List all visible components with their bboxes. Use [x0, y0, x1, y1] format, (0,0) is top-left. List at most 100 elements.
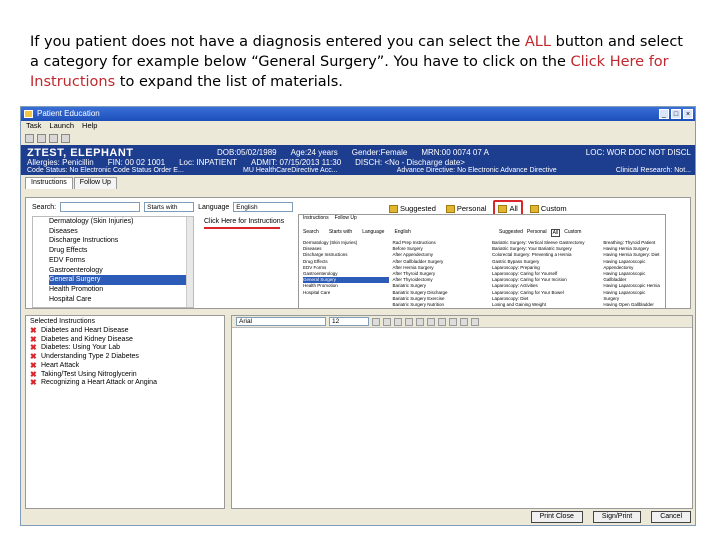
cancel-button[interactable]: Cancel: [651, 511, 691, 523]
instruction-item[interactable]: ✖ Diabetes and Kidney Disease: [30, 335, 220, 345]
underline-icon[interactable]: [427, 317, 435, 326]
inset-buttons: Suggested Personal All Custom: [499, 229, 581, 237]
color-icon[interactable]: [471, 317, 479, 326]
search-label: Search:: [32, 203, 57, 211]
cut-icon[interactable]: [372, 317, 380, 326]
folder-icon: [389, 204, 398, 213]
tree-item[interactable]: EDV Forms: [49, 256, 193, 266]
inset-search-row: Search Starts with Language English: [303, 229, 661, 235]
inset-list-item: Bariatric Surgery Nutrition: [392, 302, 445, 308]
language-label: Language: [198, 203, 230, 211]
banner-location: Loc: INPATIENT: [179, 158, 238, 167]
paste-icon[interactable]: [394, 317, 402, 326]
banner-gender: Gender:Female: [351, 148, 408, 157]
banner-disch: DISCH: <No - Discharge date>: [355, 158, 465, 167]
instruction-item[interactable]: ✖ Understanding Type 2 Diabetes: [30, 352, 220, 362]
banner-healthcare-directive[interactable]: MU HealthCareDirective Acc...: [243, 167, 338, 174]
copy-icon[interactable]: [383, 317, 391, 326]
inset-search-label: Search: [303, 229, 319, 235]
inset-col-categories: Dermatology (Skin Injuries) Diseases Disch…: [303, 240, 389, 308]
align-left-icon[interactable]: [438, 317, 446, 326]
instruction-item[interactable]: ✖ Diabetes and Heart Disease: [30, 326, 220, 336]
align-right-icon[interactable]: [460, 317, 468, 326]
bold-icon[interactable]: [405, 317, 413, 326]
instruction-label: Recognizing a Heart Attack or Angina: [41, 379, 157, 387]
copy-icon[interactable]: [37, 133, 46, 143]
dialog-footer: Print Close Sign/Print Cancel: [25, 511, 691, 523]
category-tree: Dermatology (Skin Injuries) Diseases Disch…: [32, 216, 194, 308]
font-select[interactable]: Arial: [236, 317, 326, 326]
patient-banner: ZTEST, ELEPHANT DOB:05/02/1989 Age:24 ye…: [21, 145, 695, 175]
instruction-item[interactable]: ✖ Diabetes: Using Your Lab: [30, 344, 220, 353]
help-icon[interactable]: [61, 133, 70, 143]
inset-screenshot: Instructions Follow Up Search Starts wit…: [298, 214, 666, 309]
tree-scrollbar[interactable]: [186, 217, 193, 307]
banner-advance-directive[interactable]: Advance Directive: No Electronic Advance…: [397, 167, 557, 174]
sign-print-button[interactable]: Sign/Print: [592, 511, 642, 523]
instruction-item[interactable]: ✖ Taking/Test Using Nitroglycerin: [30, 370, 220, 380]
inset-list-item: Having Laparoscopic Surgery: [603, 289, 646, 301]
menu-launch[interactable]: Launch: [49, 121, 74, 131]
print-close-button[interactable]: Print Close: [530, 511, 583, 523]
tree-item[interactable]: Hospital Care: [49, 295, 193, 305]
caption-text-1: If you patient does not have a diagnosis…: [30, 34, 525, 50]
instruction-label: Diabetes and Heart Disease: [41, 327, 129, 334]
instruction-item[interactable]: ✖ Heart Attack: [30, 361, 220, 371]
tree-item[interactable]: Dermatology (Skin Injuries): [49, 217, 193, 227]
tab-follow-up[interactable]: Follow Up: [73, 177, 117, 189]
calendar-icon[interactable]: [49, 133, 58, 143]
search-input[interactable]: [60, 202, 141, 212]
editor-toolbar: Arial 12: [232, 316, 692, 328]
banner-mrn: MRN:00 0074 07 A: [421, 148, 489, 157]
tree-item[interactable]: General Surgery: [49, 275, 193, 285]
caption-all-word: ALL: [524, 34, 551, 50]
banner-row-3: Code Status: No Electronic Code Status O…: [27, 167, 691, 174]
window-titlebar: Patient Education _ □ ×: [21, 107, 695, 121]
banner-row-2: Allergies: Penicillin FIN: 00 02 1001 Lo…: [27, 158, 465, 167]
close-button[interactable]: ×: [683, 109, 693, 119]
inset-language: English: [394, 229, 411, 235]
app-icon: [24, 110, 33, 118]
tree-item[interactable]: Gastroenterology: [49, 266, 193, 276]
red-underline-annotation: [204, 227, 280, 229]
tab-instructions[interactable]: Instructions: [25, 177, 73, 189]
window-title: Patient Education: [37, 109, 100, 118]
language-select[interactable]: English: [233, 202, 294, 212]
remove-icon[interactable]: ✖: [30, 379, 38, 388]
maximize-button[interactable]: □: [671, 109, 681, 119]
instruction-label: Taking/Test Using Nitroglycerin: [41, 370, 137, 378]
tree-item[interactable]: Discharge Instructions: [49, 236, 193, 246]
instructions-header: Selected Instructions: [30, 318, 95, 325]
folder-icon: [529, 204, 539, 213]
personal-label: Personal: [456, 204, 487, 213]
minimize-button[interactable]: _: [659, 109, 669, 119]
lower-panel: Selected Instructions ✖ Diabetes and Hear…: [25, 315, 693, 509]
font-size-select[interactable]: 12: [329, 317, 369, 326]
inset-all: All: [550, 229, 561, 237]
print-icon[interactable]: [25, 133, 34, 143]
instruction-label: Heart Attack: [41, 361, 80, 369]
menu-bar: Task Launch Help: [21, 121, 695, 131]
tree-item[interactable]: Drug Effects: [49, 246, 193, 256]
instruction-item[interactable]: ✖ Recognizing a Heart Attack or Angina: [30, 379, 220, 388]
text-editor[interactable]: Arial 12: [231, 315, 693, 509]
inset-col-topics: Rad Prep Instructions Before Surgery After…: [392, 240, 488, 308]
all-label: All: [509, 204, 518, 213]
italic-icon[interactable]: [416, 317, 424, 326]
tree-item[interactable]: Health Promotion: [49, 285, 193, 295]
inset-list-item: Having Hernia Surgery: Diet: [603, 252, 660, 258]
tree-item[interactable]: Diseases: [49, 227, 193, 237]
inset-custom: Custom: [564, 229, 582, 235]
inset-search-mode: Starts with: [328, 229, 353, 235]
inset-tabs: Instructions Follow Up: [299, 215, 665, 222]
align-center-icon[interactable]: [449, 317, 457, 326]
menu-task[interactable]: Task: [26, 121, 41, 131]
inset-list-item: Having Open Hernia: [603, 308, 661, 309]
caption-text-3: to expand the list of materials.: [115, 74, 343, 90]
search-mode-select[interactable]: Starts with: [144, 202, 195, 212]
selected-instructions-panel: Selected Instructions ✖ Diabetes and Hear…: [25, 315, 225, 509]
banner-clinical-research[interactable]: Clinical Research: Not...: [616, 167, 691, 174]
menu-help[interactable]: Help: [82, 121, 97, 131]
click-here-instructions-link[interactable]: Click Here for Instructions: [204, 218, 284, 225]
banner-code-status[interactable]: Code Status: No Electronic Code Status O…: [27, 167, 184, 174]
